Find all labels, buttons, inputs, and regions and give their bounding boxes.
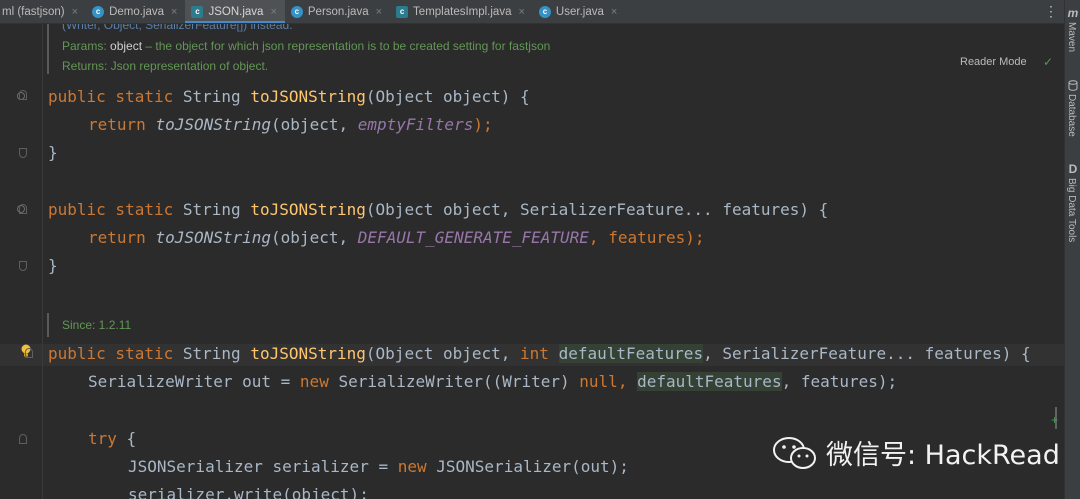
doc-params-label: Params: xyxy=(62,39,107,53)
right-tool-strip: m Maven Database D Big Data Tools xyxy=(1064,0,1080,499)
close-icon[interactable]: × xyxy=(171,6,177,18)
tab-person-java[interactable]: c Person.java × xyxy=(285,0,390,23)
tab-overflow-menu-icon[interactable]: ⋮ xyxy=(1044,3,1058,20)
tool-window-big-data-tools[interactable]: Big Data Tools xyxy=(1066,178,1077,242)
class-icon: c xyxy=(191,5,204,18)
fold-icon[interactable] xyxy=(19,148,27,158)
fold-icon[interactable] xyxy=(19,261,27,271)
code-line: public static String toJSONString(Object… xyxy=(48,87,530,106)
code-line: serializer.write(object); xyxy=(128,485,369,499)
maven-icon: m xyxy=(1067,6,1079,20)
big-data-tools-icon: D xyxy=(1068,162,1078,176)
tab-demo-java[interactable]: c Demo.java × xyxy=(86,0,185,23)
tab-pom-xml[interactable]: ml (fastjson) × xyxy=(0,0,86,23)
close-icon[interactable]: × xyxy=(611,6,617,18)
tab-label: JSON.java xyxy=(208,5,264,18)
wechat-logo-icon xyxy=(772,436,818,470)
doc-comment-line: Params: object – the object for which js… xyxy=(62,39,550,53)
code-editor[interactable]: (Writer, Object, SerializerFeature[]) in… xyxy=(0,24,1064,499)
class-icon: c xyxy=(92,5,105,18)
doc-comment-line: Returns: Json representation of object. xyxy=(62,59,269,73)
reader-mode-button[interactable]: Reader Mode xyxy=(960,56,1027,68)
tab-label: Person.java xyxy=(307,5,369,18)
code-line: return toJSONString(object, emptyFilters… xyxy=(88,115,493,134)
close-icon[interactable]: × xyxy=(270,6,276,18)
watermark-text: 微信号: HackRead xyxy=(826,440,1060,471)
close-icon[interactable]: × xyxy=(72,6,78,18)
tab-label: User.java xyxy=(555,5,604,18)
code-line: return toJSONString(object, DEFAULT_GENE… xyxy=(88,228,705,247)
code-line: } xyxy=(48,256,58,275)
close-icon[interactable]: × xyxy=(518,6,524,18)
code-line: public static String toJSONString(Object… xyxy=(48,200,829,219)
gutter-separator xyxy=(42,24,43,499)
doc-since: Since: 1.2.11 xyxy=(62,318,132,332)
fold-icon[interactable] xyxy=(19,434,27,444)
class-icon: c xyxy=(290,5,303,18)
class-icon: c xyxy=(538,5,551,18)
tab-label: Demo.java xyxy=(109,5,165,18)
database-icon xyxy=(1067,80,1079,94)
code-line: try { xyxy=(88,429,137,448)
doc-comment-bar xyxy=(47,313,49,337)
fold-icon[interactable] xyxy=(19,90,27,100)
check-icon: ✓ xyxy=(1043,55,1054,69)
doc-params-text: – the object for which json representati… xyxy=(142,39,551,53)
tab-json-java[interactable]: c JSON.java × xyxy=(185,0,286,23)
close-icon[interactable]: × xyxy=(376,6,382,18)
doc-comment-bar xyxy=(47,24,49,74)
tab-label: TemplatesImpl.java xyxy=(413,5,512,18)
fold-icon[interactable] xyxy=(25,348,33,358)
code-line: public static String toJSONString(Object… xyxy=(48,344,1031,363)
watermark: 微信号: HackRead xyxy=(772,433,1060,472)
doc-comment-line: (Writer, Object, SerializerFeature[]) in… xyxy=(62,24,293,32)
code-line: } xyxy=(48,143,58,162)
tab-user-java[interactable]: c User.java × xyxy=(533,0,625,23)
change-marker-icon: + xyxy=(1051,413,1059,427)
tool-window-database[interactable]: Database xyxy=(1066,94,1077,137)
class-icon: c xyxy=(396,5,409,18)
code-line: JSONSerializer serializer = new JSONSeri… xyxy=(128,457,629,476)
fold-icon[interactable] xyxy=(19,204,27,214)
code-line: SerializeWriter out = new SerializeWrite… xyxy=(88,372,898,391)
tab-label: ml (fastjson) xyxy=(2,5,65,18)
tab-templatesimpl-java[interactable]: c TemplatesImpl.java × xyxy=(390,0,533,23)
tool-window-maven[interactable]: Maven xyxy=(1066,22,1077,52)
doc-params-name: object xyxy=(110,39,143,53)
editor-tab-bar: ml (fastjson) × c Demo.java × c JSON.jav… xyxy=(0,0,1064,24)
